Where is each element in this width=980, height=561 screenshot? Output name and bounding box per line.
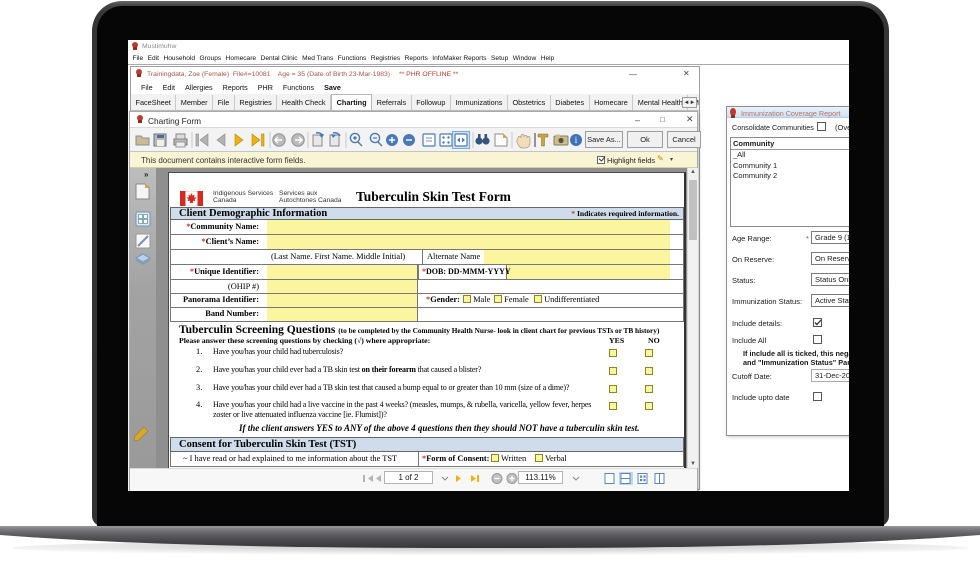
- svg-text:»: »: [144, 170, 149, 179]
